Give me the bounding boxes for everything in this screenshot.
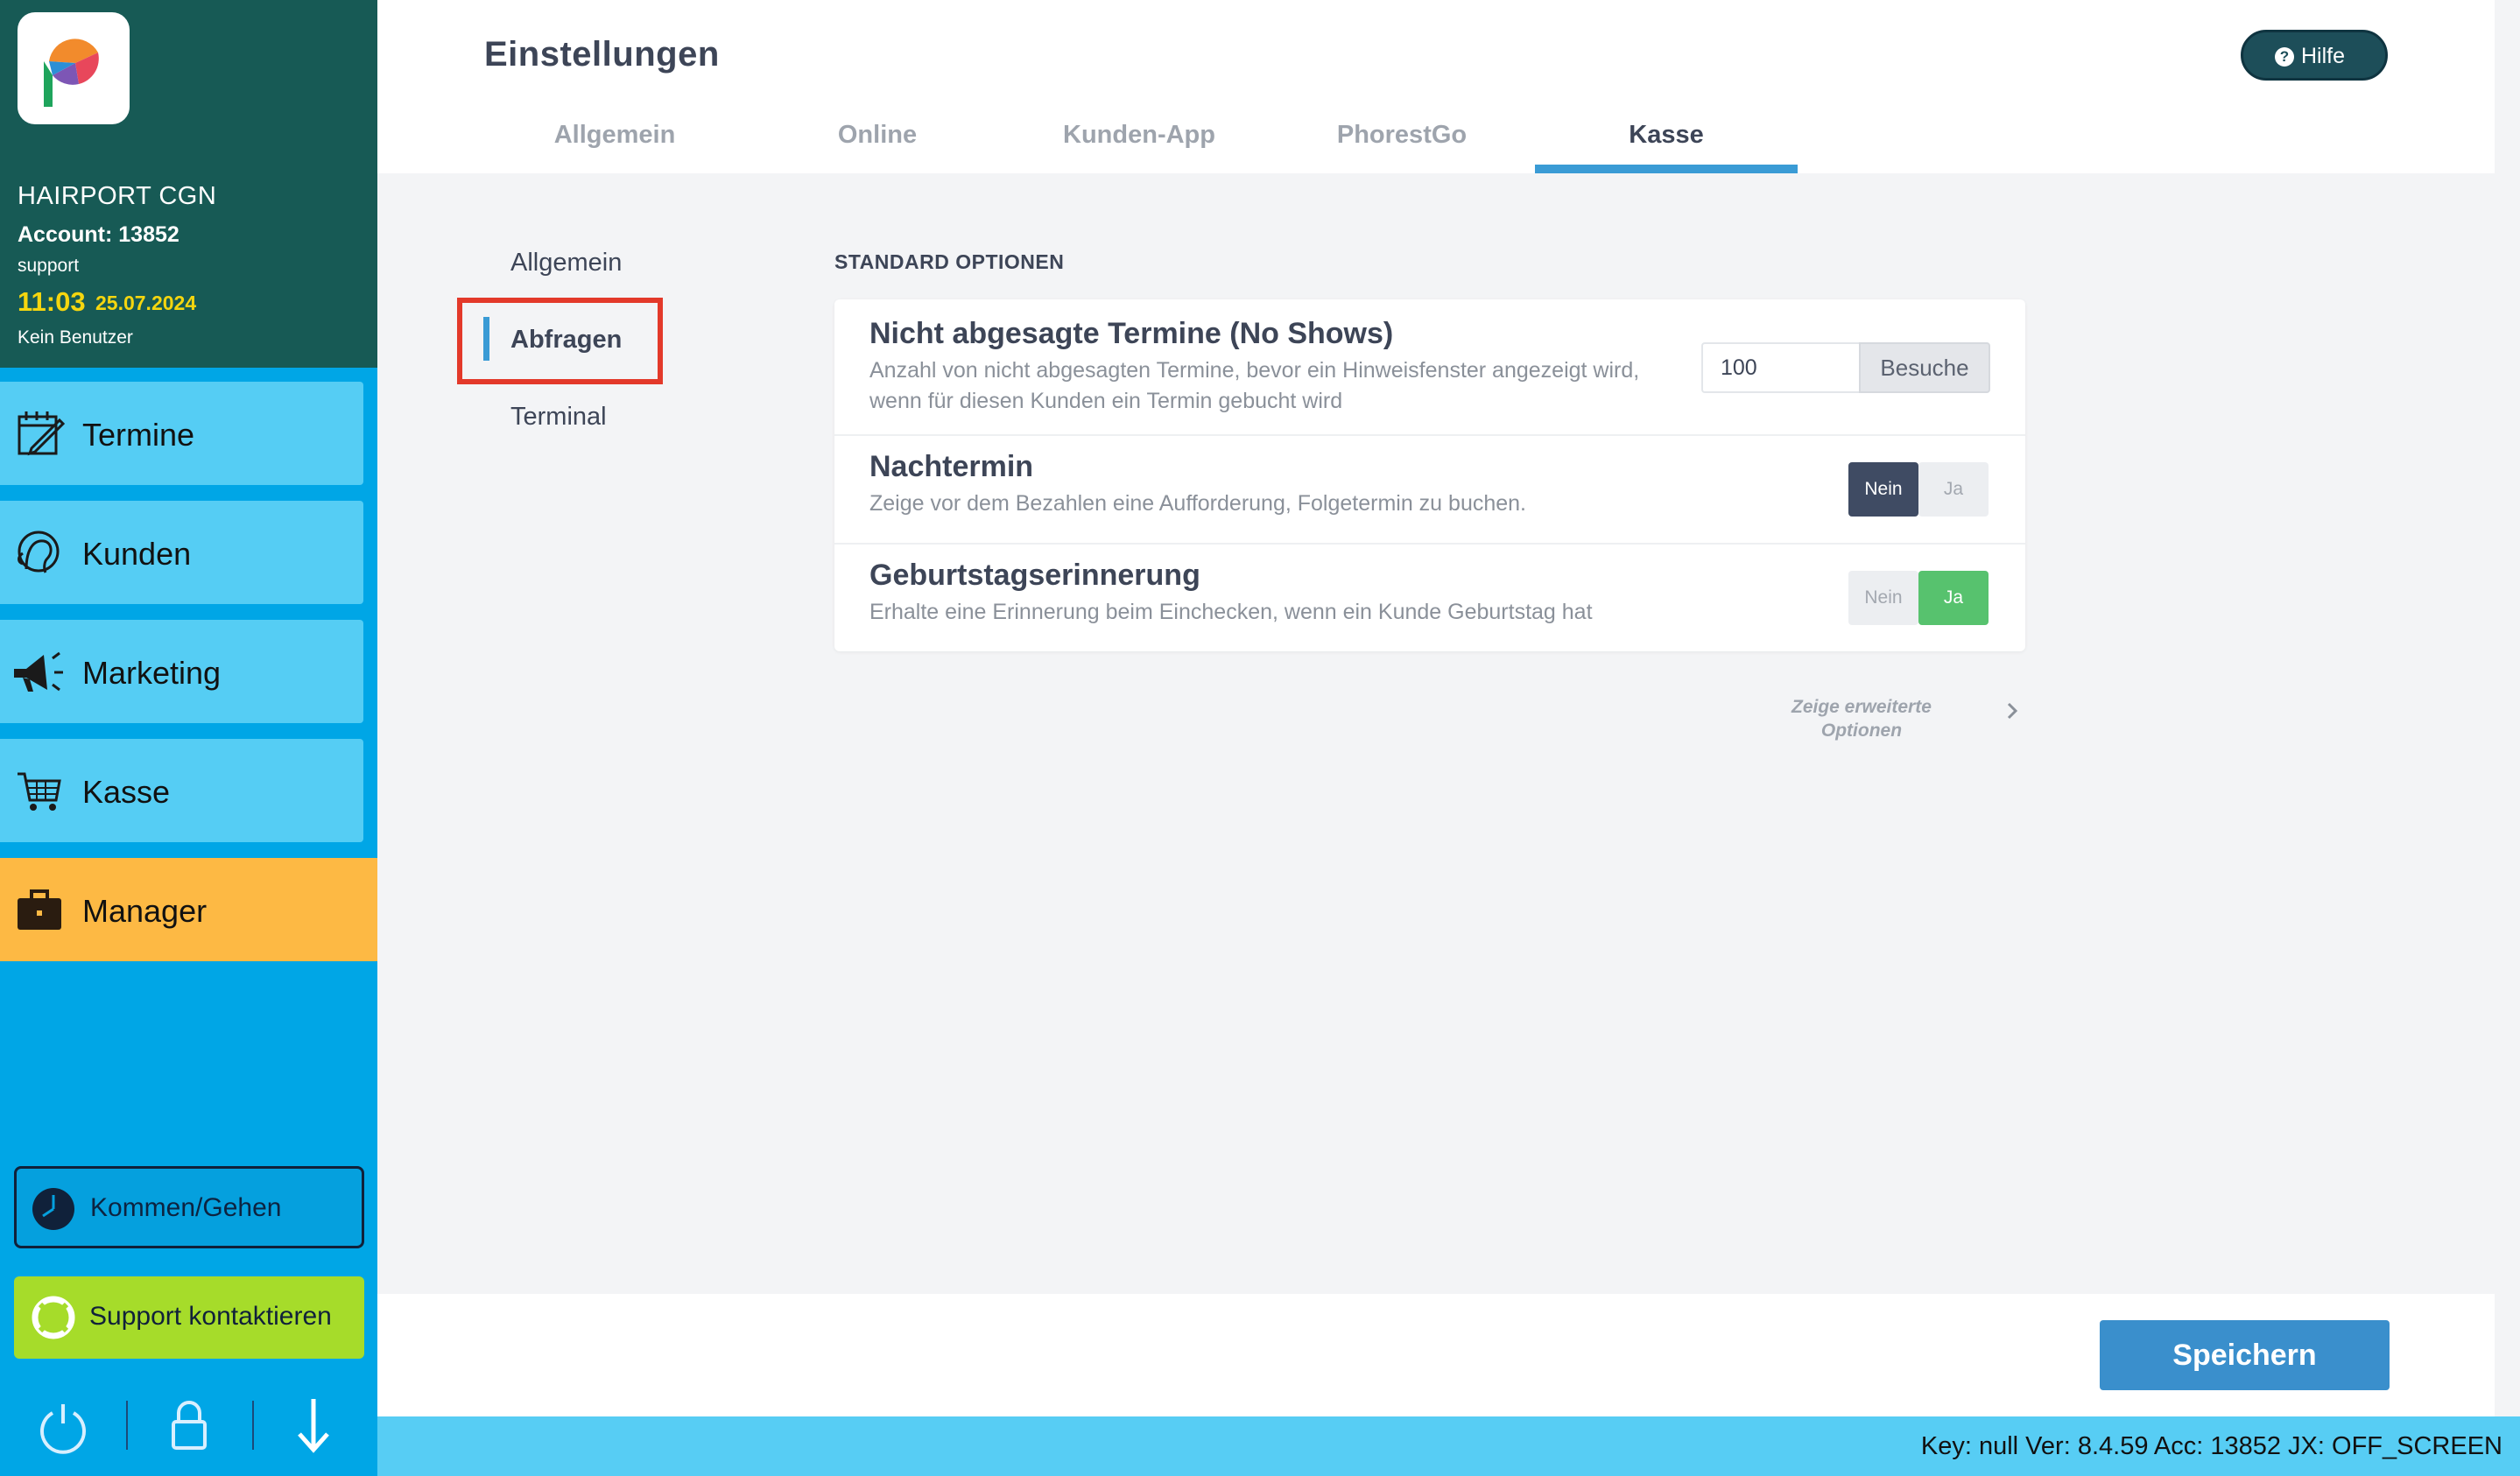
option-geburtstag: Geburtstagserinnerung Erhalte eine Erinn… — [834, 545, 2025, 651]
download-button[interactable] — [270, 1392, 357, 1458]
clock-icon — [32, 1188, 74, 1230]
question-icon: ? — [2275, 47, 2294, 67]
advanced-label-line2: Optionen — [1820, 720, 1903, 741]
tab-kunden-app[interactable]: Kunden-App — [1008, 121, 1271, 150]
help-label: Hilfe — [2301, 44, 2346, 68]
settings-header: Einstellungen ? Hilfe Allgemein Online K… — [377, 0, 2495, 173]
geburtstag-toggle: Nein Ja — [1848, 571, 1989, 625]
sidebar-bottom-bar — [0, 1392, 377, 1458]
calendar-icon — [18, 411, 66, 456]
highlight-annotation — [457, 298, 663, 384]
divider — [126, 1401, 128, 1450]
option-title: Geburtstagserinnerung — [869, 559, 1200, 592]
active-tab-indicator — [1535, 165, 1798, 173]
save-button[interactable]: Speichern — [2100, 1320, 2390, 1390]
tab-online[interactable]: Online — [746, 121, 1009, 150]
nav-manager[interactable]: Manager — [0, 858, 377, 961]
toggle-nein[interactable]: Nein — [1848, 571, 1918, 625]
option-description: Zeige vor dem Bezahlen eine Aufforderung… — [869, 491, 1526, 516]
support-label: Support kontaktieren — [89, 1302, 332, 1331]
current-date: 25.07.2024 — [95, 292, 197, 314]
nav-label: Kunden — [82, 536, 192, 572]
current-time: 11:03 — [18, 286, 86, 317]
chevron-right-icon[interactable] — [2003, 699, 2021, 723]
nav-label: Marketing — [82, 655, 222, 691]
option-no-shows: Nicht abgesagte Termine (No Shows) Anzah… — [834, 299, 2025, 434]
option-nachtermin: Nachtermin Zeige vor dem Bezahlen eine A… — [834, 436, 2025, 543]
nav-label: Termine — [82, 417, 195, 453]
tab-allgemein[interactable]: Allgemein — [483, 121, 746, 150]
subnav-allgemein[interactable]: Allgemein — [510, 249, 622, 278]
sidebar: HAIRPORT CGN Account: 13852 support 11:0… — [0, 0, 377, 1476]
lock-button[interactable] — [145, 1392, 233, 1458]
help-button[interactable]: ? Hilfe — [2241, 30, 2388, 81]
nav-kasse[interactable]: Kasse — [0, 739, 363, 842]
app-logo — [18, 12, 130, 124]
no-shows-unit: Besuche — [1859, 342, 1990, 393]
subnav-terminal[interactable]: Terminal — [510, 403, 607, 432]
status-text: Key: null Ver: 8.4.59 Acc: 13852 JX: OFF… — [1920, 1432, 2502, 1460]
kommen-gehen-button[interactable]: Kommen/Gehen — [14, 1166, 364, 1248]
toggle-ja[interactable]: Ja — [1918, 462, 1989, 517]
account-number: Account: 13852 — [18, 222, 179, 247]
no-shows-input[interactable] — [1701, 342, 1861, 393]
options-card: Nicht abgesagte Termine (No Shows) Anzah… — [834, 299, 2025, 651]
option-description: Anzahl von nicht abgesagten Termine, bev… — [869, 358, 1640, 413]
advanced-label-line1: Zeige erweiterte — [1791, 697, 1932, 717]
megaphone-icon — [14, 651, 63, 692]
tab-phorestgo[interactable]: PhorestGo — [1271, 121, 1533, 150]
power-icon — [40, 1404, 86, 1454]
section-title: STANDARD OPTIONEN — [834, 250, 1065, 273]
option-title: Nachtermin — [869, 450, 1034, 483]
status-bar: Key: null Ver: 8.4.59 Acc: 13852 JX: OFF… — [377, 1416, 2520, 1476]
nav-kunden[interactable]: Kunden — [0, 501, 363, 604]
power-button[interactable] — [19, 1392, 107, 1458]
advanced-options-link[interactable]: Zeige erweiterte Optionen — [1791, 695, 1932, 742]
nav-label: Kasse — [82, 774, 171, 810]
page-title: Einstellungen — [484, 35, 720, 74]
company-name: HAIRPORT CGN — [18, 182, 217, 210]
user-role: support — [18, 256, 80, 276]
option-title: Nicht abgesagte Termine (No Shows) — [869, 317, 1394, 350]
user-status: Kein Benutzer — [18, 327, 133, 348]
lock-icon — [172, 1401, 207, 1450]
customer-head-icon — [18, 531, 60, 573]
shopping-cart-icon — [18, 772, 61, 811]
nav-label: Manager — [82, 893, 208, 929]
toggle-ja[interactable]: Ja — [1918, 571, 1989, 625]
sidebar-header: HAIRPORT CGN Account: 13852 support 11:0… — [0, 0, 377, 368]
tab-kasse[interactable]: Kasse — [1535, 121, 1798, 150]
divider — [252, 1401, 254, 1450]
lifebuoy-icon — [32, 1296, 75, 1339]
support-button[interactable]: Support kontaktieren — [14, 1276, 364, 1359]
nachtermin-toggle: Nein Ja — [1848, 462, 1989, 517]
footer: Speichern — [377, 1294, 2495, 1416]
kommen-gehen-label: Kommen/Gehen — [90, 1193, 282, 1222]
arrow-down-icon — [298, 1399, 329, 1453]
right-edge — [2495, 0, 2520, 1416]
option-description: Erhalte eine Erinnerung beim Einchecken,… — [869, 600, 1593, 624]
nav-termine[interactable]: Termine — [0, 382, 363, 485]
briefcase-icon — [18, 889, 61, 930]
nav-marketing[interactable]: Marketing — [0, 620, 363, 723]
toggle-nein[interactable]: Nein — [1848, 462, 1918, 517]
